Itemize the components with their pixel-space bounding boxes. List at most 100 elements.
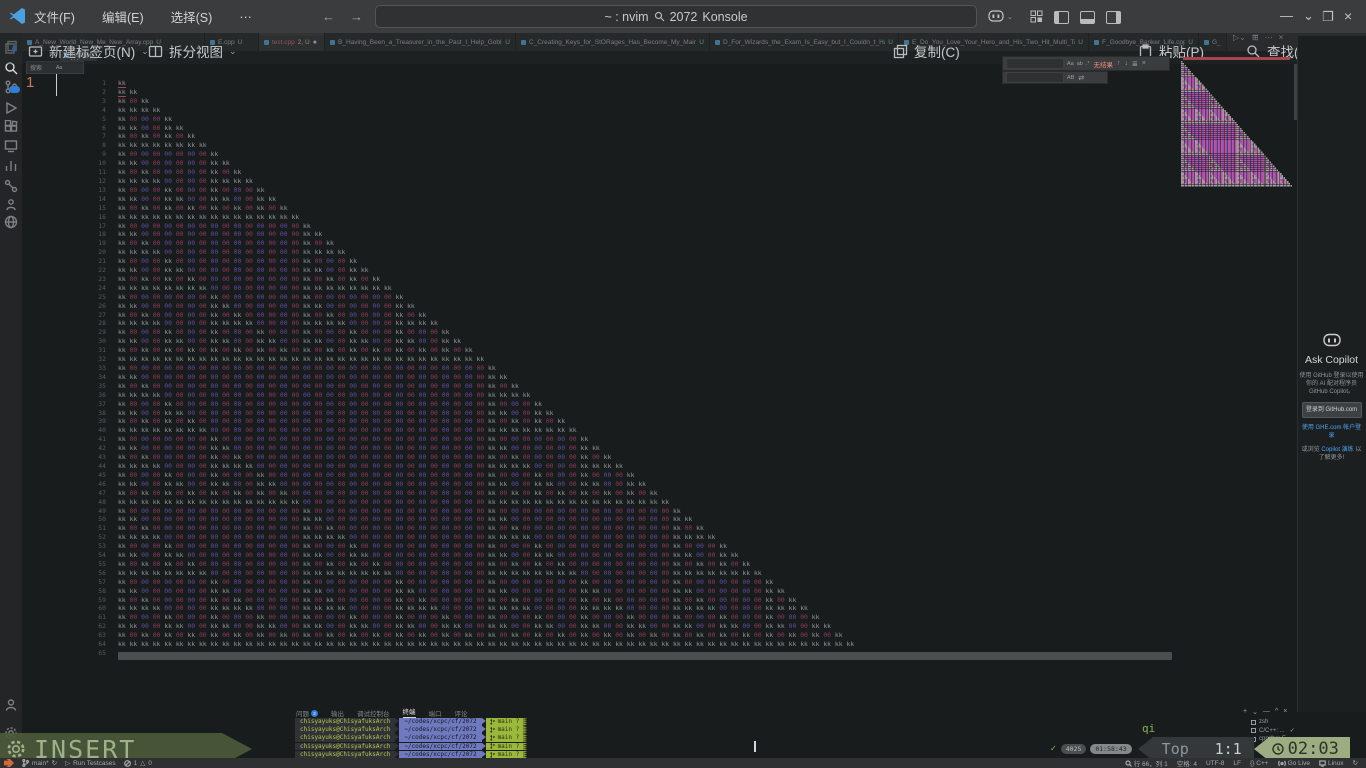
forward-icon[interactable]: → [350,9,363,24]
next-match-icon[interactable]: ↓ [1125,60,1129,67]
terminal-list-item[interactable]: C/C++: ...✓ [1251,727,1295,734]
run-testcases-item[interactable]: ▷ Run Testcases [65,759,116,767]
menu-selection[interactable]: 选择(S) [171,7,213,26]
terminal-toolbar-icon[interactable]: ⌄ [1252,708,1258,716]
buffer-line: 18kk kk 00 00 00 00 00 00 00 00 00 00 00… [90,230,854,239]
panel-tab-终端[interactable]: 终端 [403,706,416,718]
command-center[interactable]: ~ : nvim 2072 Konsole [375,5,977,28]
line-number: 10 [90,159,106,168]
prev-match-icon[interactable]: ↑ [1117,60,1121,67]
line-number: 6 [90,124,106,133]
references-icon[interactable] [4,179,18,193]
prompt-user-host: chisyayuks@ChisyafuksArch [295,726,395,734]
buffer-line: 56kk kk kk kk kk kk kk kk 00 00 00 00 00… [90,569,854,578]
maximize-button[interactable]: ❐ [1322,9,1334,25]
copilot-chevron-icon[interactable]: ⌄ [1007,13,1013,21]
indentation-item[interactable]: 空格: 4 [1177,758,1197,768]
github-signin-button[interactable]: 登录到 GitHub.com [1302,402,1362,418]
toggle-sidebar-icon[interactable] [1054,11,1069,24]
horizontal-scrollbar[interactable] [118,652,1172,660]
copilot-icon[interactable] [988,9,1004,23]
go-live-item[interactable]: Go Live [1278,760,1310,767]
match-case-icon[interactable]: Aa [56,65,62,71]
terminal-list-item[interactable]: zsh [1251,719,1295,725]
panel-tab-输出[interactable]: 输出 [331,708,344,718]
buffer-line: 22kk kk 00 00 kk kk 00 00 00 00 00 00 00… [90,266,854,275]
toggle-panel-icon[interactable] [1080,11,1095,24]
editor-cursor [56,74,57,96]
git-branch-item[interactable]: main* ↻ [22,759,57,767]
menu-edit[interactable]: 编辑(E) [102,7,144,26]
problems-item[interactable]: 1 △ 0 [124,759,152,767]
copy-button[interactable]: 复制(C) [893,40,960,62]
sync-icon[interactable]: ↻ [52,759,57,767]
preserve-case-icon[interactable]: AB [1067,75,1074,81]
buffer-line: 37kk 00 00 00 kk 00 00 00 00 00 00 00 00… [90,400,854,409]
buffer-line: 3kk 00 kk [90,97,854,106]
chart-view-icon[interactable] [4,158,18,172]
remote-indicator-icon[interactable] [4,759,14,767]
terminal-toolbar-icon[interactable]: ^ [1275,708,1278,716]
prompt-git-branch: main ? [486,743,524,751]
run-debug-icon[interactable] [4,101,18,115]
replace-icon[interactable]: ⇄ [1078,74,1084,82]
buffer-line: 55kk 00 kk 00 kk 00 kk 00 00 00 00 00 00… [90,560,854,569]
terminal-prompt-line: chisyayuks@ChisyafuksArch~/codes/xcpc/cf… [295,718,527,726]
copilot-body-text: 使用 GitHub 登录以使用你的 AI 配对程序员 GitHub Copilo… [1299,372,1364,396]
panel-tab-调试控制台[interactable]: 调试控制台 [357,708,390,718]
find-in-selection-icon[interactable]: ≣ [1132,60,1138,68]
whole-word-icon[interactable]: ab [1077,61,1083,67]
buffer-line: 11kk 00 kk 00 00 00 00 00 kk 00 kk [90,168,854,177]
encoding-item[interactable]: UTF-8 [1206,760,1224,767]
minimize-button[interactable]: — [1280,8,1293,23]
screen: 文件(F) 编辑(E) 选择(S) ··· ← → ~ : nvim 2072 … [0,0,1366,768]
close-button[interactable]: × [1344,8,1352,24]
panel-tab-问题[interactable]: 问题2 [296,708,318,718]
minimap[interactable] [1181,61,1292,187]
cursor-position-item[interactable]: 行 66，列 1 [1125,758,1168,768]
close-find-icon[interactable]: × [1142,60,1146,67]
menu-more[interactable]: ··· [239,10,252,24]
buffer-line: 31kk 00 kk 00 kk 00 kk 00 kk 00 kk 00 kk… [90,346,854,355]
terminal-toolbar-icon[interactable]: + [1243,708,1247,716]
panel-tab-评论[interactable]: 评论 [455,708,468,718]
shade-chevron-icon[interactable]: ⌄ [1303,8,1314,24]
terminal-toolbar-icon[interactable]: × [1283,708,1287,716]
buffer-line: 13kk 00 00 00 kk 00 00 00 kk 00 00 00 kk [90,186,854,195]
buffer-line: 19kk 00 kk 00 00 00 00 00 00 00 00 00 00… [90,239,854,248]
refresh-icon[interactable]: ↻ [1353,759,1358,767]
remote-explorer-icon[interactable] [4,139,18,153]
terminal-toolbar: + ⌄ — ^ × [1243,708,1287,716]
terminal-buffer[interactable]: 1kk2kk kk3kk 00 kk4kk kk kk kk5kk 00 00 … [90,79,854,658]
live-share-icon[interactable] [4,198,18,212]
extensions-icon[interactable] [4,120,18,134]
cursor-position: 1:1 [1215,740,1242,758]
os-item[interactable]: Linux [1319,760,1344,767]
match-case-icon[interactable]: Aa [1067,61,1074,67]
terminal-toolbar-icon[interactable]: — [1263,708,1270,716]
eol-item[interactable]: LF [1233,760,1241,767]
toggle-secondary-sidebar-icon[interactable] [1106,11,1121,24]
buffer-line: 39kk 00 kk 00 kk 00 kk 00 00 00 00 00 00… [90,417,854,426]
buffer-line: 24kk kk kk kk kk kk kk kk 00 00 00 00 00… [90,284,854,293]
globe-icon[interactable] [4,215,18,229]
buffer-line: 48kk kk kk kk kk kk kk kk kk kk kk kk kk… [90,498,854,507]
back-icon[interactable]: ← [322,9,335,24]
buffer-line: 17kk 00 00 00 00 00 00 00 00 00 00 00 00… [90,222,854,231]
account-icon[interactable] [4,698,18,712]
buffer-line: 46kk kk 00 00 kk kk 00 00 kk kk 00 00 kk… [90,480,854,489]
branch-icon [490,743,495,749]
walkthrough-link[interactable]: Copilot 演练 [1321,447,1353,453]
language-item[interactable]: {} C++ [1250,760,1269,767]
buffer-line: 28kk kk kk kk 00 00 00 00 kk kk kk kk 00… [90,319,854,328]
replace-input[interactable] [1006,72,1064,83]
ghe-signin-link[interactable]: 使用 GHE.com 帐户登录 [1299,424,1364,440]
split-view-button[interactable]: 拆分视图⌄ [148,40,237,62]
menu-file[interactable]: 文件(F) [34,7,75,26]
new-tab-button[interactable]: 新建标签页(N)⌄ [28,40,149,62]
panel-tab-端口[interactable]: 端口 [429,708,442,718]
regex-icon[interactable]: .* [1086,61,1090,67]
buffer-line: 5kk 00 00 00 kk [90,115,854,124]
find-input[interactable] [1006,58,1064,69]
customize-layout-icon[interactable] [1030,10,1043,23]
